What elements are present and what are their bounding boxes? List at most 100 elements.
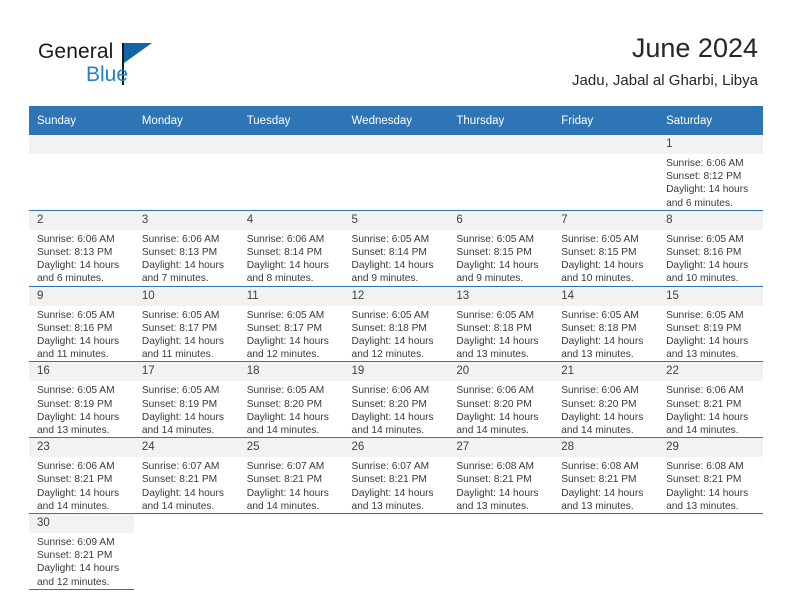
day-detail-daylight1: Daylight: 14 hours: [351, 487, 434, 499]
day-number: 2: [29, 210, 134, 230]
day-number: 11: [238, 286, 344, 306]
day-cell-inner: 26 Sunrise: 6:07 AM Sunset: 8:21 PM Dayligh…: [343, 438, 449, 513]
day-number: 24: [133, 438, 239, 458]
calendar-day-cell: 11 Sunrise: 6:05 AM Sunset: 8:17 PM Dayligh…: [238, 286, 344, 363]
day-detail-sunset: Sunset: 8:20 PM: [561, 398, 637, 410]
calendar-day-cell: 14 Sunrise: 6:05 AM Sunset: 8:18 PM Dayligh…: [553, 286, 659, 363]
day-number: 22: [658, 362, 763, 382]
day-detail-daylight1: Daylight: 14 hours: [666, 260, 749, 272]
weekday-header-sunday: Sunday: [29, 106, 134, 135]
day-detail-sunrise: Sunrise: 6:07 AM: [351, 461, 430, 473]
weekday-header-friday: Friday: [553, 106, 659, 135]
day-cell-inner: 8 Sunrise: 6:05 AM Sunset: 8:16 PM Daylight…: [658, 210, 763, 286]
day-cell-inner: 17 Sunrise: 6:05 AM Sunset: 8:19 PM Dayligh…: [133, 362, 239, 437]
weekday-header-wednesday: Wednesday: [343, 106, 449, 135]
day-details: Sunrise: 6:08 AM Sunset: 8:21 PM Daylight:…: [553, 457, 658, 513]
day-details: Sunrise: 6:05 AM Sunset: 8:15 PM Daylight:…: [553, 230, 658, 286]
day-detail-sunset: Sunset: 8:17 PM: [246, 322, 323, 334]
day-detail-daylight2: and 9 minutes.: [351, 273, 419, 285]
calendar-day-cell: 6 Sunrise: 6:05 AM Sunset: 8:15 PM Daylight…: [448, 210, 554, 287]
day-detail-sunrise: Sunrise: 6:05 AM: [351, 309, 430, 321]
calendar-day-cell: 12 Sunrise: 6:05 AM Sunset: 8:18 PM Dayligh…: [343, 286, 449, 363]
day-detail-daylight2: and 11 minutes.: [37, 349, 109, 361]
day-number: 5: [343, 210, 449, 230]
day-details: Sunrise: 6:05 AM Sunset: 8:19 PM Daylight:…: [29, 381, 134, 437]
day-number: 26: [343, 438, 449, 458]
calendar-day-cell: 25 Sunrise: 6:07 AM Sunset: 8:21 PM Dayligh…: [238, 437, 344, 515]
day-details: Sunrise: 6:05 AM Sunset: 8:16 PM Daylight:…: [29, 306, 134, 362]
day-details: Sunrise: 6:06 AM Sunset: 8:13 PM Daylight:…: [134, 230, 239, 286]
day-detail-sunset: Sunset: 8:20 PM: [456, 398, 532, 410]
calendar-cell-empty: [553, 135, 659, 211]
calendar-cell-blank: [658, 513, 763, 590]
day-detail-sunrise: Sunrise: 6:06 AM: [141, 233, 220, 245]
day-detail-daylight2: and 10 minutes.: [561, 273, 634, 285]
day-detail-daylight2: and 14 minutes.: [561, 425, 634, 437]
calendar-day-cell: 19 Sunrise: 6:06 AM Sunset: 8:20 PM Dayligh…: [343, 361, 449, 439]
calendar-cell-blank: [133, 513, 239, 590]
calendar-cell-empty: [29, 135, 134, 211]
day-detail-daylight2: and 14 minutes.: [141, 425, 215, 437]
day-detail-sunset: Sunset: 8:19 PM: [141, 398, 218, 410]
calendar-day-cell: 23 Sunrise: 6:06 AM Sunset: 8:21 PM Dayligh…: [29, 437, 134, 515]
day-detail-daylight2: and 14 minutes.: [666, 425, 739, 437]
day-detail-sunset: Sunset: 8:13 PM: [37, 247, 113, 259]
day-detail-sunset: Sunset: 8:21 PM: [141, 474, 218, 486]
day-detail-sunrise: Sunrise: 6:05 AM: [246, 309, 325, 321]
day-number: 13: [448, 286, 554, 306]
day-cell-inner: 3 Sunrise: 6:06 AM Sunset: 8:13 PM Daylight…: [133, 210, 239, 286]
calendar-body: 1 Sunrise: 6:06 AM Sunset: 8:12 PM Daylight…: [29, 135, 763, 590]
day-detail-sunset: Sunset: 8:21 PM: [666, 398, 742, 410]
day-details: Sunrise: 6:06 AM Sunset: 8:14 PM Daylight:…: [239, 230, 344, 286]
day-detail-daylight2: and 14 minutes.: [37, 500, 110, 512]
day-details: Sunrise: 6:05 AM Sunset: 8:19 PM Daylight:…: [658, 306, 763, 362]
day-cell-inner: 15 Sunrise: 6:05 AM Sunset: 8:19 PM Dayligh…: [658, 286, 763, 362]
day-detail-sunrise: Sunrise: 6:06 AM: [246, 233, 325, 245]
day-detail-daylight2: and 13 minutes.: [456, 349, 529, 361]
calendar-cell-empty: [133, 135, 239, 211]
day-cell-inner: 21 Sunrise: 6:06 AM Sunset: 8:20 PM Dayligh…: [553, 362, 659, 437]
triangle-logo-icon: [124, 43, 152, 63]
day-detail-daylight2: and 13 minutes.: [561, 500, 634, 512]
day-detail-sunrise: Sunrise: 6:05 AM: [666, 309, 744, 321]
weekday-header-saturday: Saturday: [658, 106, 763, 135]
day-details: Sunrise: 6:08 AM Sunset: 8:21 PM Daylight:…: [658, 457, 763, 513]
day-number: 28: [553, 438, 659, 458]
day-number: 19: [343, 362, 449, 382]
day-detail-sunrise: Sunrise: 6:05 AM: [141, 385, 220, 397]
day-detail-daylight2: and 10 minutes.: [666, 273, 739, 285]
day-details: Sunrise: 6:06 AM Sunset: 8:20 PM Daylight:…: [344, 381, 449, 437]
page-title: June 2024: [631, 33, 758, 63]
day-detail-sunset: Sunset: 8:20 PM: [246, 398, 323, 410]
day-detail-daylight1: Daylight: 14 hours: [37, 260, 120, 272]
day-detail-sunrise: Sunrise: 6:05 AM: [456, 309, 534, 321]
day-detail-daylight2: and 6 minutes.: [37, 273, 104, 285]
day-number: [133, 135, 239, 154]
day-cell-inner: 9 Sunrise: 6:05 AM Sunset: 8:16 PM Daylight…: [29, 286, 134, 362]
calendar-cell-empty: [238, 135, 344, 211]
day-details: Sunrise: 6:06 AM Sunset: 8:20 PM Daylight:…: [553, 381, 658, 437]
day-detail-daylight1: Daylight: 14 hours: [666, 336, 749, 348]
day-detail-sunset: Sunset: 8:21 PM: [666, 474, 742, 486]
day-number: 29: [658, 438, 763, 458]
day-detail-sunrise: Sunrise: 6:08 AM: [456, 461, 534, 473]
day-detail-sunset: Sunset: 8:17 PM: [141, 322, 218, 334]
day-cell-inner: 5 Sunrise: 6:05 AM Sunset: 8:14 PM Daylight…: [343, 210, 449, 286]
day-detail-daylight2: and 8 minutes.: [246, 273, 314, 285]
calendar-day-cell: 8 Sunrise: 6:05 AM Sunset: 8:16 PM Daylight…: [658, 210, 763, 287]
day-number: 4: [238, 210, 344, 230]
day-detail-sunset: Sunset: 8:12 PM: [666, 171, 742, 183]
day-number: 21: [553, 362, 659, 382]
day-details: Sunrise: 6:06 AM Sunset: 8:12 PM Daylight:…: [658, 154, 763, 210]
title-block: June 2024 Jadu, Jabal al Gharbi, Libya: [572, 32, 758, 91]
calendar-day-cell: 17 Sunrise: 6:05 AM Sunset: 8:19 PM Dayligh…: [133, 361, 239, 439]
day-cell-inner: 25 Sunrise: 6:07 AM Sunset: 8:21 PM Dayligh…: [238, 438, 344, 513]
day-detail-daylight1: Daylight: 14 hours: [456, 260, 539, 272]
day-detail-daylight1: Daylight: 14 hours: [561, 336, 644, 348]
page-subtitle: Jadu, Jabal al Gharbi, Libya: [572, 72, 758, 89]
day-cell-inner: 23 Sunrise: 6:06 AM Sunset: 8:21 PM Dayligh…: [29, 438, 134, 513]
day-cell-inner: 19 Sunrise: 6:06 AM Sunset: 8:20 PM Dayligh…: [343, 362, 449, 437]
day-detail-daylight1: Daylight: 14 hours: [561, 260, 644, 272]
day-detail-daylight2: and 13 minutes.: [666, 500, 739, 512]
day-details: Sunrise: 6:07 AM Sunset: 8:21 PM Daylight:…: [134, 457, 239, 513]
